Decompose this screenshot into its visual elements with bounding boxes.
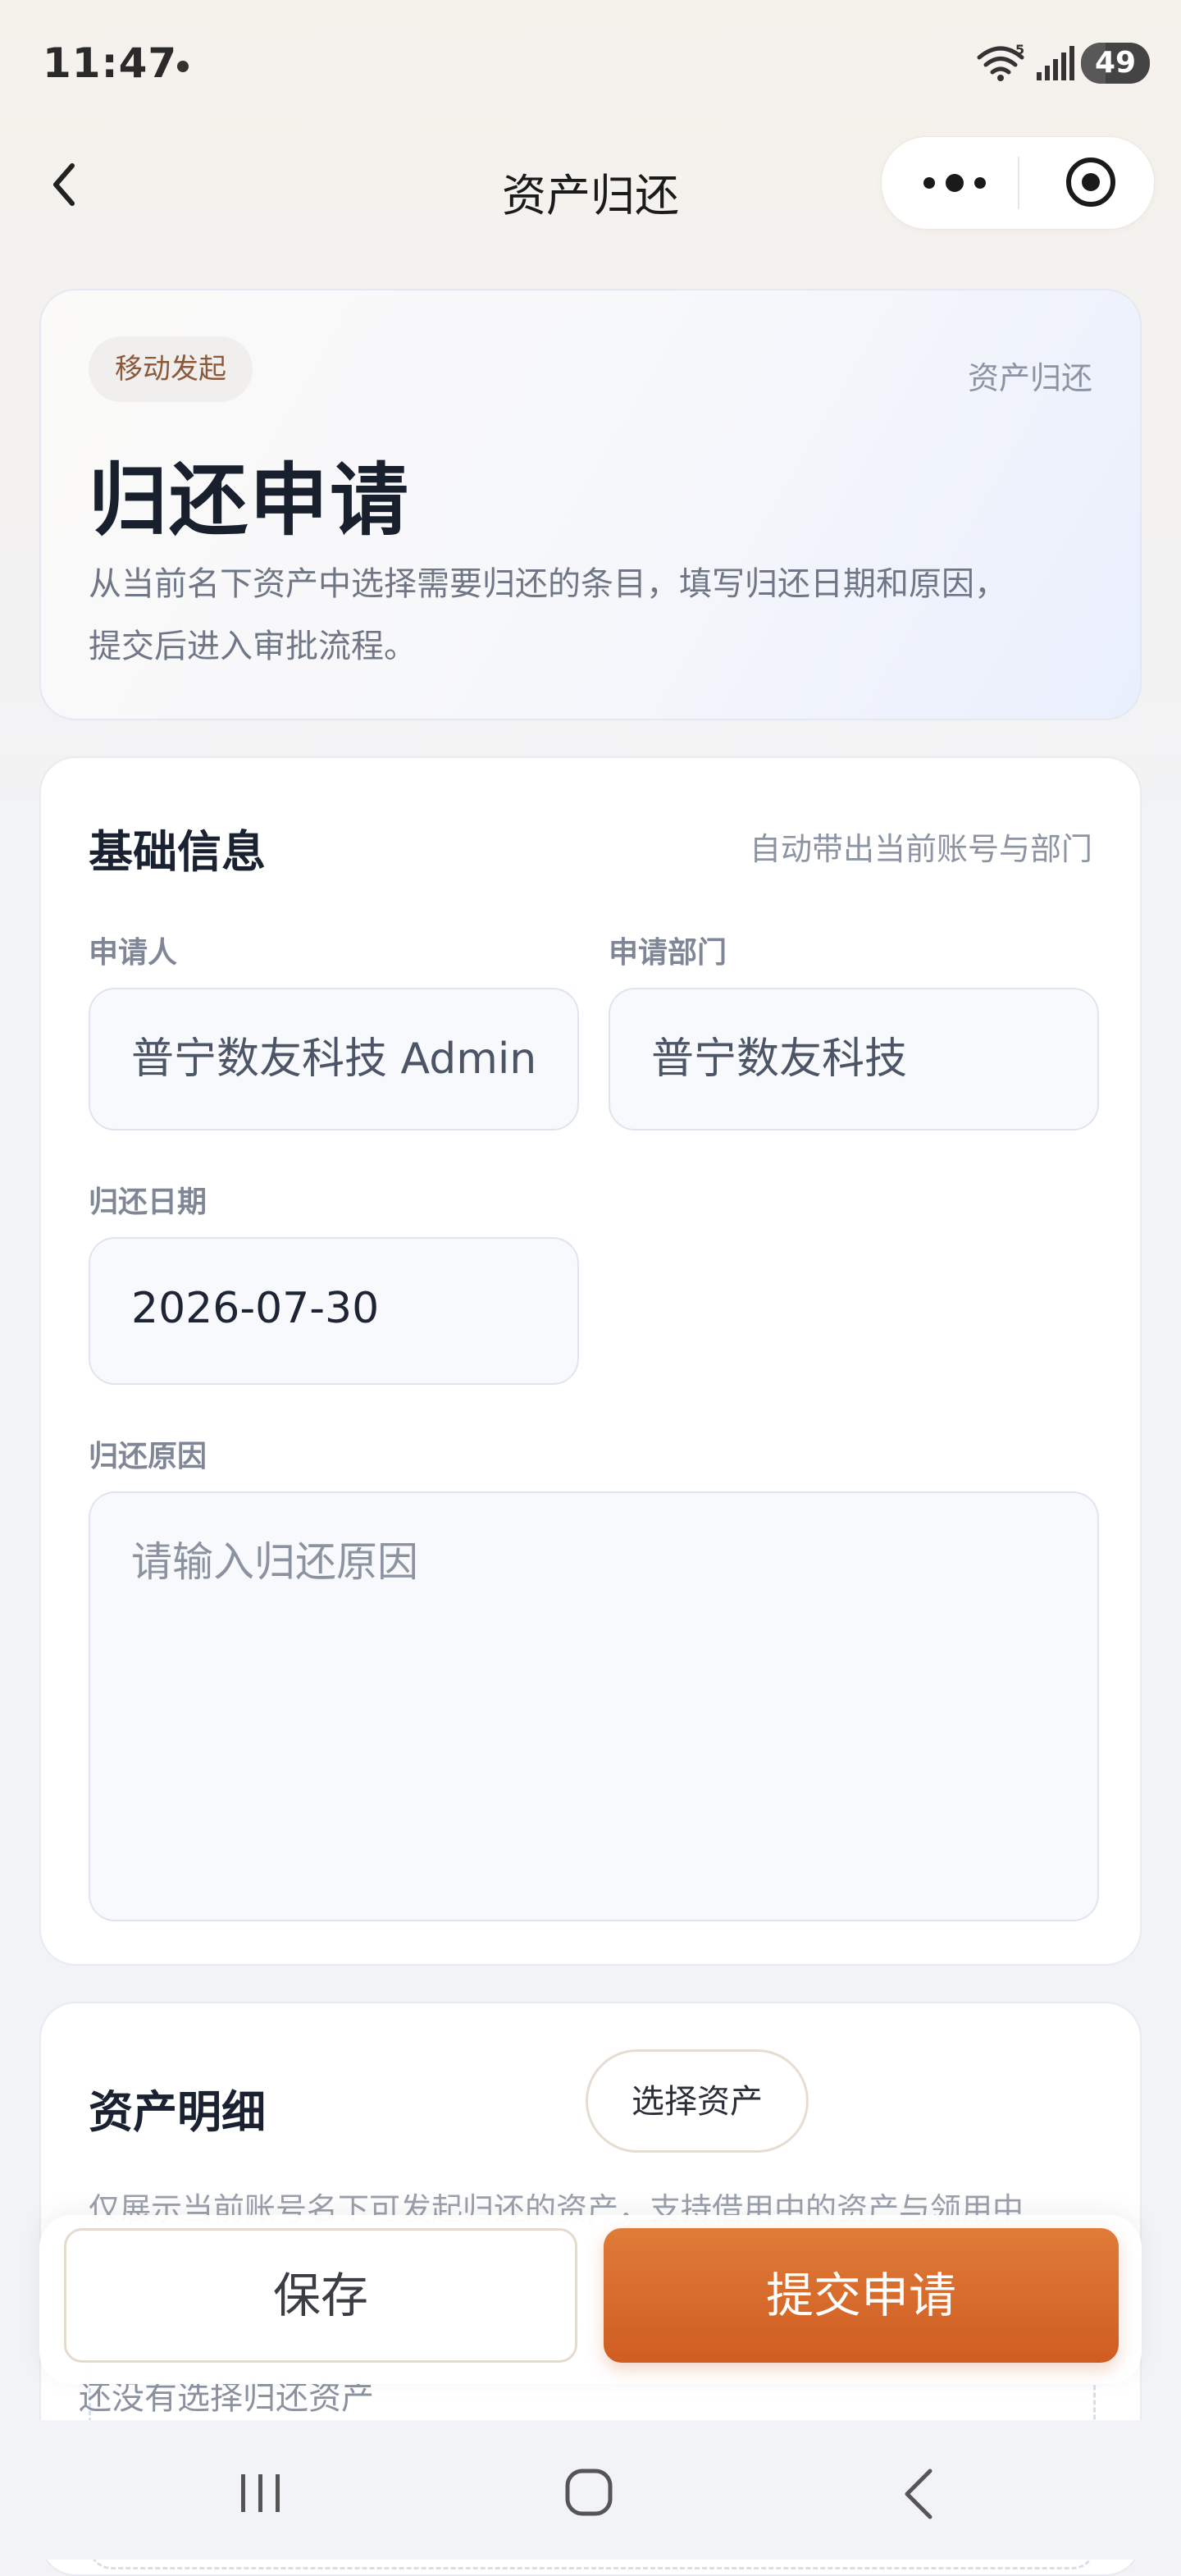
department-label: 申请部门	[609, 936, 727, 970]
applicant-field[interactable]: 普宁数友科技 Admin	[89, 988, 579, 1130]
more-icon[interactable]	[918, 167, 992, 199]
capsule-divider	[1018, 157, 1019, 209]
system-back-icon[interactable]	[902, 2468, 935, 2520]
department-field[interactable]: 普宁数友科技	[609, 988, 1099, 1130]
hero-description-line-2: 提交后进入审批流程。	[89, 628, 417, 665]
bottom-action-bar: 保存 提交申请	[39, 2215, 1142, 2384]
status-bar: 11:47 5 49	[0, 0, 1181, 123]
basic-info-title: 基础信息	[89, 826, 266, 878]
reason-label: 归还原因	[89, 1440, 207, 1473]
home-icon[interactable]	[564, 2468, 613, 2517]
basic-info-hint: 自动带出当前账号与部门	[749, 831, 1092, 867]
submit-button[interactable]: 提交申请	[604, 2228, 1119, 2363]
recent-apps-icon[interactable]	[238, 2471, 284, 2515]
hero-description-line-1: 从当前名下资产中选择需要归还的条目，填写归还日期和原因，	[89, 565, 1007, 603]
asset-details-title: 资产明细	[89, 2086, 266, 2138]
wifi-icon: 5	[977, 43, 1024, 81]
system-nav-bar	[0, 2420, 1181, 2560]
battery-indicator: 49	[1081, 43, 1150, 84]
return-date-label: 归还日期	[89, 1185, 207, 1219]
wifi-badge: 5	[1015, 43, 1024, 57]
status-time: 11:47	[43, 39, 178, 87]
basic-info-card: 基础信息 自动带出当前账号与部门 申请人 普宁数友科技 Admin 申请部门 普…	[39, 756, 1142, 1966]
signal-icon	[1037, 46, 1074, 80]
return-date-picker[interactable]: 2026-07-30	[89, 1237, 579, 1385]
hero-card: 移动发起 资产归还 归还申请 从当前名下资产中选择需要归还的条目，填写归还日期和…	[39, 289, 1142, 720]
miniapp-capsule	[881, 136, 1155, 230]
hero-title: 归还申请	[89, 454, 410, 546]
nav-bar: 资产归还	[0, 131, 1181, 238]
source-badge: 移动发起	[89, 336, 253, 402]
reason-textarea[interactable]: 请输入归还原因	[89, 1491, 1099, 1921]
battery-level: 49	[1094, 46, 1137, 80]
close-target-icon[interactable]	[1064, 155, 1118, 209]
module-tag: 资产归还	[967, 360, 1092, 396]
hero-description: 从当前名下资产中选择需要归还的条目，填写归还日期和原因， 提交后进入审批流程。	[89, 553, 1097, 678]
select-asset-button[interactable]: 选择资产	[586, 2049, 809, 2153]
notification-dot	[177, 61, 189, 72]
save-button[interactable]: 保存	[64, 2228, 577, 2363]
applicant-label: 申请人	[89, 936, 178, 970]
